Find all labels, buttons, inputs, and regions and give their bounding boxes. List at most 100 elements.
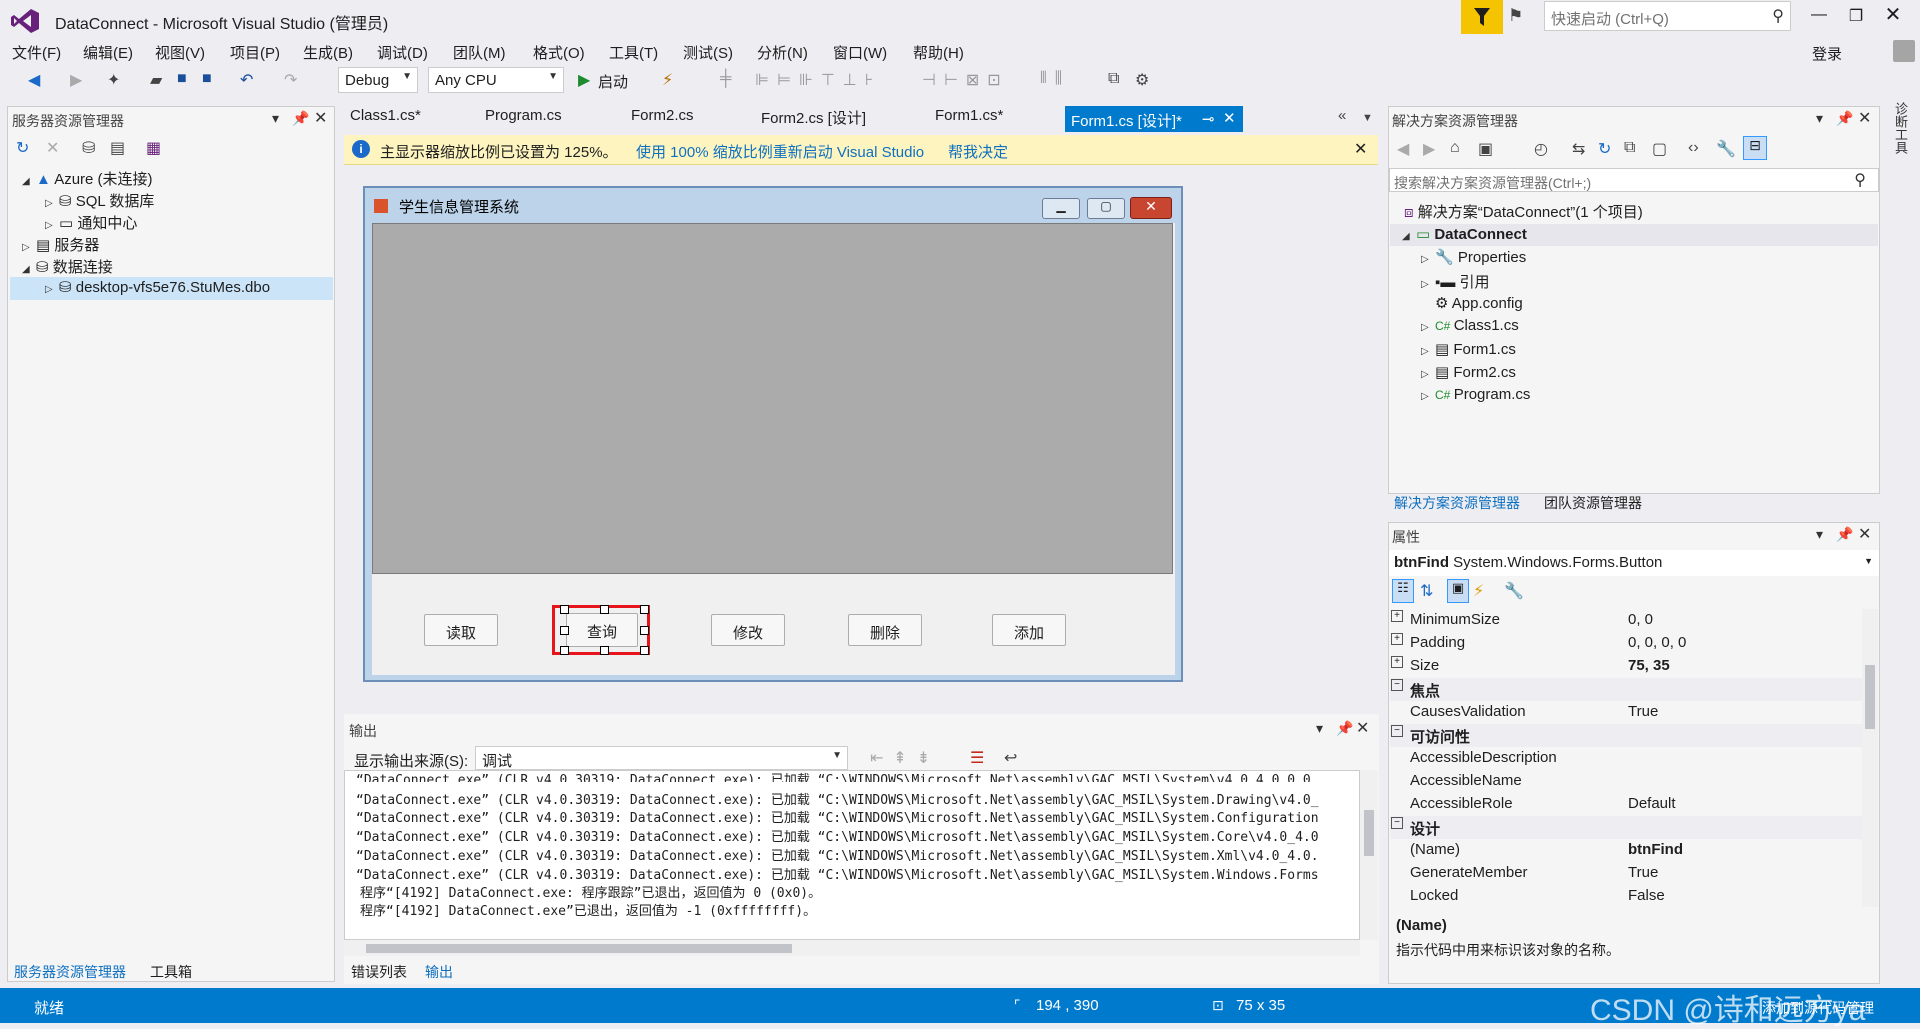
tab-form1-design[interactable]: Form1.cs [设计]* ⊸ ✕: [1065, 106, 1243, 132]
minimize-button[interactable]: —: [1804, 6, 1834, 30]
close-icon[interactable]: ✕: [314, 108, 327, 128]
property-row[interactable]: Locked False: [1390, 885, 1875, 908]
clear-all-icon[interactable]: ☰: [970, 748, 984, 768]
property-category[interactable]: − 设计: [1390, 816, 1875, 839]
refresh-icon[interactable]: ↻: [1598, 139, 1611, 159]
panel-options-icon[interactable]: ▾: [272, 110, 279, 127]
feedback-icon[interactable]: ⚑: [1508, 6, 1534, 30]
properties-object-select[interactable]: btnFind System.Windows.Forms.Button ▼: [1389, 550, 1879, 576]
resize-handle[interactable]: [600, 605, 609, 614]
switch-views-icon[interactable]: ▣: [1478, 139, 1493, 159]
property-row[interactable]: AccessibleDescription: [1390, 747, 1875, 770]
browser-link-icon[interactable]: ⚡: [662, 70, 673, 90]
tree-item-notification-hub[interactable]: ▷ ▭ 通知中心: [45, 212, 137, 233]
tab-solution-explorer[interactable]: 解决方案资源管理器: [1394, 493, 1520, 513]
tab-form2[interactable]: Form2.cs: [631, 107, 694, 124]
resize-handle[interactable]: [640, 646, 649, 655]
tab-form1[interactable]: Form1.cs*: [935, 107, 1003, 124]
back-icon[interactable]: ◀: [1397, 139, 1409, 159]
property-row[interactable]: CausesValidation True: [1390, 701, 1875, 724]
tab-server-explorer[interactable]: 服务器资源管理器: [14, 962, 126, 982]
side-tab-diagnostics[interactable]: 诊断工具: [1890, 102, 1910, 154]
property-pages-icon[interactable]: 🔧: [1504, 581, 1524, 601]
tree-item-azure[interactable]: ◢ ▲ Azure (未连接): [22, 168, 153, 189]
tree-item-program[interactable]: ▷ C# Program.cs: [1421, 386, 1530, 403]
save-all-icon[interactable]: ■: [202, 70, 212, 88]
save-icon[interactable]: ■: [177, 70, 187, 88]
word-wrap-icon[interactable]: ↩: [1004, 748, 1017, 768]
panel-options-icon[interactable]: ▾: [1816, 526, 1823, 543]
tree-item-connection[interactable]: ▷ ⛁ desktop-vfs5e76.StuMes.dbo: [10, 277, 333, 300]
close-icon[interactable]: ✕: [1858, 108, 1871, 128]
property-row[interactable]: AccessibleName: [1390, 770, 1875, 793]
menu-format[interactable]: 格式(O): [533, 42, 585, 63]
property-category[interactable]: − 焦点: [1390, 678, 1875, 701]
pin-icon[interactable]: 📌: [1836, 526, 1853, 543]
property-row[interactable]: (Name) btnFind: [1390, 839, 1875, 862]
property-value[interactable]: True: [1628, 703, 1658, 720]
pending-changes-icon[interactable]: ◴: [1534, 139, 1548, 159]
forward-icon[interactable]: ▶: [70, 70, 82, 90]
show-all-files-icon[interactable]: ▢: [1652, 139, 1667, 159]
stop-icon[interactable]: ✕: [46, 138, 59, 158]
alphabetical-icon[interactable]: ⇅: [1420, 581, 1433, 601]
tab-toolbox[interactable]: 工具箱: [150, 962, 192, 982]
menu-debug[interactable]: 调试(D): [377, 42, 428, 63]
tree-item-form1[interactable]: ▷ ▤ Form1.cs: [1421, 340, 1516, 358]
add-button[interactable]: 添加: [992, 614, 1066, 646]
center-icons[interactable]: ⫴⫼: [1040, 70, 1070, 88]
scrollbar-thumb[interactable]: [1865, 665, 1875, 729]
login-link[interactable]: 登录: [1812, 43, 1842, 64]
preview-selected-icon[interactable]: ⊟: [1743, 136, 1767, 160]
menu-view[interactable]: 视图(V): [155, 42, 205, 63]
connect-database-icon[interactable]: ⛁: [82, 138, 95, 158]
output-nav-icons[interactable]: ⇤⇞⇟: [870, 748, 940, 768]
properties-view-icon[interactable]: ▣: [1447, 579, 1469, 603]
close-window-button[interactable]: ✕: [1878, 2, 1908, 26]
scrollbar-thumb[interactable]: [1364, 810, 1374, 856]
panel-options-icon[interactable]: ▾: [1816, 110, 1823, 127]
resize-handle[interactable]: [560, 605, 569, 614]
home-icon[interactable]: ⌂: [1450, 139, 1460, 157]
delete-button[interactable]: 删除: [848, 614, 922, 646]
close-icon[interactable]: ✕: [1356, 718, 1369, 738]
menu-project[interactable]: 项目(P): [230, 42, 280, 63]
pin-icon[interactable]: ⊸: [1202, 110, 1215, 128]
menu-file[interactable]: 文件(F): [12, 42, 61, 63]
close-icon[interactable]: ✕: [1354, 139, 1367, 159]
property-value[interactable]: 75, 35: [1628, 657, 1670, 674]
tab-error-list[interactable]: 错误列表: [351, 962, 407, 982]
pin-icon[interactable]: 📌: [292, 110, 309, 127]
tab-order-icon[interactable]: ⚙: [1135, 70, 1149, 90]
pin-icon[interactable]: 📌: [1336, 720, 1353, 737]
menu-tools[interactable]: 工具(T): [609, 42, 658, 63]
tree-item-sql-database[interactable]: ▷ ⛁ SQL 数据库: [45, 190, 154, 211]
back-icon[interactable]: ◀: [28, 70, 40, 90]
align-grid-icon[interactable]: ╪: [720, 70, 731, 88]
property-row[interactable]: + Size 75, 35: [1390, 655, 1875, 678]
property-value[interactable]: Default: [1628, 795, 1676, 812]
tree-item-form2[interactable]: ▷ ▤ Form2.cs: [1421, 363, 1516, 381]
avatar[interactable]: [1893, 40, 1915, 62]
tab-form2-design[interactable]: Form2.cs [设计]: [761, 107, 866, 128]
connect-server-icon[interactable]: ▤: [110, 138, 125, 158]
solution-search-input[interactable]: 搜索解决方案资源管理器(Ctrl+;) ⚲: [1389, 168, 1879, 192]
spacing-icons[interactable]: ⊣⊢⊠⊡: [922, 70, 1009, 90]
tree-item-references[interactable]: ▷ ▪▬ 引用: [1421, 271, 1490, 292]
tab-program[interactable]: Program.cs: [485, 107, 562, 124]
property-row[interactable]: AccessibleRole Default: [1390, 793, 1875, 816]
view-code-icon[interactable]: ‹›: [1688, 139, 1699, 157]
new-project-icon[interactable]: ✦: [107, 70, 120, 90]
scrollbar-thumb[interactable]: [366, 944, 792, 953]
layout-align-icons[interactable]: ⊫⊨⊪⊤⊥⊦: [755, 70, 881, 90]
property-value[interactable]: 0, 0: [1628, 611, 1653, 628]
menu-test[interactable]: 测试(S): [683, 42, 733, 63]
events-icon[interactable]: ⚡: [1473, 581, 1484, 601]
data-grid-view[interactable]: [372, 223, 1173, 574]
resize-handle[interactable]: [640, 605, 649, 614]
quick-launch-input[interactable]: 快速启动 (Ctrl+Q) ⚲: [1544, 1, 1791, 31]
configuration-select[interactable]: Debug ▼: [338, 67, 418, 93]
collapse-all-icon[interactable]: ⧉: [1624, 139, 1635, 157]
tree-item-servers[interactable]: ▷ ▤ 服务器: [22, 234, 99, 255]
vertical-scrollbar[interactable]: [1360, 770, 1378, 940]
